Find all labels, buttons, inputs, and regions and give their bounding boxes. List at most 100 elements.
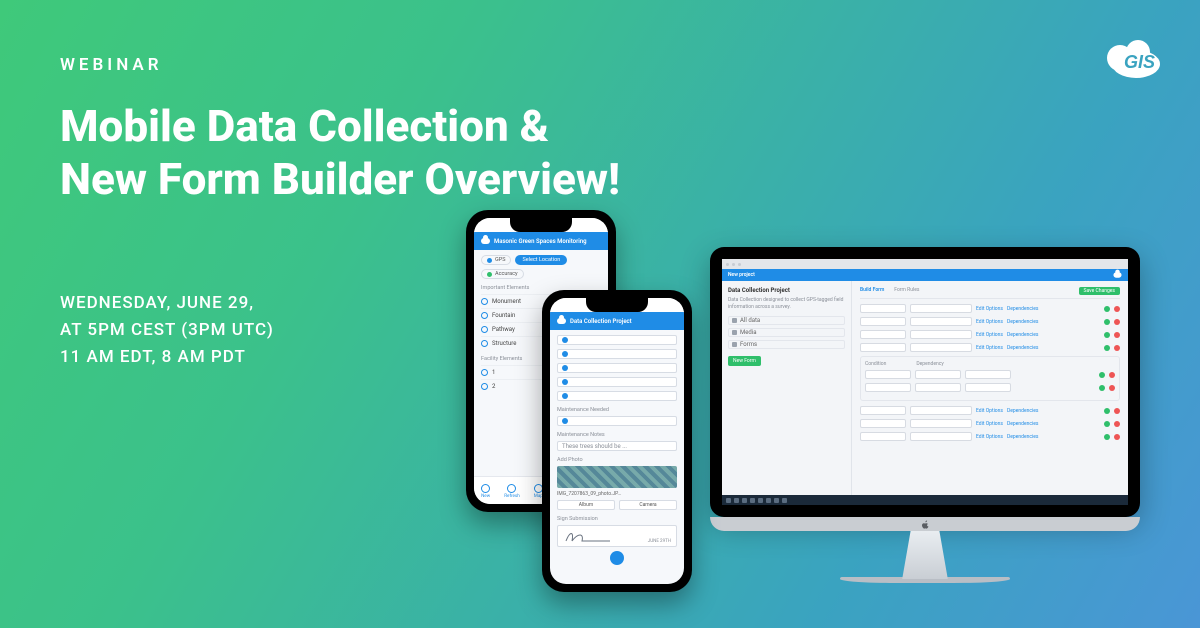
album-button[interactable]: Album: [557, 500, 615, 510]
check-icon: [481, 484, 490, 493]
app-header: Data Collection Project: [550, 312, 684, 330]
edit-options-link[interactable]: Edit Options: [976, 319, 1003, 325]
gps-chip[interactable]: GPS: [481, 255, 511, 265]
accuracy-chip[interactable]: Accuracy: [481, 269, 524, 279]
dependencies-link[interactable]: Dependencies: [1007, 332, 1038, 338]
delete-icon[interactable]: [1109, 372, 1115, 378]
field-label-input[interactable]: [910, 406, 972, 415]
text-field[interactable]: [557, 391, 677, 401]
cond-select[interactable]: [865, 370, 911, 379]
form-row: Edit Options Dependencies: [860, 317, 1120, 326]
windows-taskbar: [722, 495, 1128, 505]
field-label-input[interactable]: [910, 304, 972, 313]
builder-tabs: Build Form Form Rules Save Changes: [860, 287, 1120, 299]
eyebrow-label: WEBINAR: [60, 55, 163, 75]
side-item[interactable]: Media: [728, 328, 845, 337]
delete-icon[interactable]: [1114, 319, 1120, 325]
field-type-select[interactable]: [860, 304, 906, 313]
field-type-select[interactable]: [860, 419, 906, 428]
new-form-button[interactable]: New Form: [728, 356, 761, 366]
field-label-input[interactable]: [910, 317, 972, 326]
dependencies-link[interactable]: Dependencies: [1007, 421, 1038, 427]
cond-select[interactable]: [965, 383, 1011, 392]
field-type-select[interactable]: [860, 406, 906, 415]
dependencies-link[interactable]: Dependencies: [1007, 408, 1038, 414]
add-icon[interactable]: [1104, 332, 1110, 338]
text-field[interactable]: [557, 335, 677, 345]
camera-button[interactable]: Camera: [619, 500, 677, 510]
apple-logo-icon: [921, 520, 930, 529]
field-label-input[interactable]: [910, 419, 972, 428]
notes-field[interactable]: These trees should be ...: [557, 441, 677, 451]
schedule-line-2: AT 5PM CEST (3PM UTC): [60, 317, 274, 344]
dependencies-link[interactable]: Dependencies: [1007, 434, 1038, 440]
add-icon[interactable]: [1099, 385, 1105, 391]
field-label-input[interactable]: [910, 343, 972, 352]
gis-cloud-logo: GIS: [1092, 34, 1162, 80]
schedule-line-1: WEDNESDAY, JUNE 29,: [60, 290, 274, 317]
delete-icon[interactable]: [1114, 421, 1120, 427]
cond-select[interactable]: [965, 370, 1011, 379]
col-header: Dependency: [916, 361, 943, 367]
form-builder-panel: Build Form Form Rules Save Changes Edit …: [852, 281, 1128, 495]
field-label-input[interactable]: [910, 432, 972, 441]
signature-date: JUNE 29TH: [648, 539, 671, 544]
add-icon[interactable]: [1104, 434, 1110, 440]
submit-button[interactable]: [610, 551, 624, 565]
field-type-select[interactable]: [860, 343, 906, 352]
edit-options-link[interactable]: Edit Options: [976, 332, 1003, 338]
field-type-select[interactable]: [860, 330, 906, 339]
field-type-select[interactable]: [860, 432, 906, 441]
cond-select[interactable]: [865, 383, 911, 392]
field-type-select[interactable]: [860, 317, 906, 326]
edit-options-link[interactable]: Edit Options: [976, 408, 1003, 414]
promo-slide: WEBINAR Mobile Data Collection & New For…: [0, 0, 1200, 628]
dependencies-link[interactable]: Dependencies: [1007, 319, 1038, 325]
dependencies-link[interactable]: Dependencies: [1007, 306, 1038, 312]
photo-filename: IMG_7207863_09_photo.JP...: [557, 491, 677, 497]
edit-options-link[interactable]: Edit Options: [976, 306, 1003, 312]
delete-icon[interactable]: [1114, 408, 1120, 414]
select-location-button[interactable]: Select Location: [515, 255, 567, 265]
tab-build[interactable]: Build Form: [860, 287, 884, 295]
project-title: Data Collection Project: [728, 287, 845, 294]
add-icon[interactable]: [1104, 408, 1110, 414]
save-button[interactable]: Save Changes: [1079, 287, 1120, 295]
edit-options-link[interactable]: Edit Options: [976, 345, 1003, 351]
side-item[interactable]: Forms: [728, 340, 845, 349]
add-icon[interactable]: [1104, 319, 1110, 325]
delete-icon[interactable]: [1114, 345, 1120, 351]
cond-select[interactable]: [915, 370, 961, 379]
cond-select[interactable]: [915, 383, 961, 392]
edit-options-link[interactable]: Edit Options: [976, 434, 1003, 440]
delete-icon[interactable]: [1114, 306, 1120, 312]
monitor-chin: [710, 517, 1140, 531]
edit-options-link[interactable]: Edit Options: [976, 421, 1003, 427]
toggle-field[interactable]: [557, 416, 677, 426]
tab-refresh[interactable]: Refresh: [504, 484, 519, 499]
add-icon[interactable]: [1104, 345, 1110, 351]
headline-line-1: Mobile Data Collection &: [60, 100, 620, 153]
add-icon[interactable]: [1104, 306, 1110, 312]
project-panel: Data Collection Project Data Collection …: [722, 281, 852, 495]
text-field[interactable]: [557, 377, 677, 387]
side-item[interactable]: All data: [728, 316, 845, 325]
field-label-input[interactable]: [910, 330, 972, 339]
form-row: Edit Options Dependencies: [860, 406, 1120, 415]
app-title: Data Collection Project: [570, 318, 632, 325]
add-icon[interactable]: [1099, 372, 1105, 378]
browser-chrome: [722, 259, 1128, 269]
delete-icon[interactable]: [1109, 385, 1115, 391]
tab-new[interactable]: New: [481, 484, 490, 499]
delete-icon[interactable]: [1114, 434, 1120, 440]
signature-field[interactable]: JUNE 29TH: [557, 525, 677, 547]
dependencies-link[interactable]: Dependencies: [1007, 345, 1038, 351]
cloud-logo-icon: [1113, 272, 1121, 277]
tab-rules[interactable]: Form Rules: [894, 287, 919, 295]
delete-icon[interactable]: [1114, 332, 1120, 338]
text-field[interactable]: [557, 363, 677, 373]
text-field[interactable]: [557, 349, 677, 359]
add-icon[interactable]: [1104, 421, 1110, 427]
photo-thumbnail[interactable]: [557, 466, 677, 488]
monitor-bezel: New project Data Collection Project Data…: [710, 247, 1140, 517]
